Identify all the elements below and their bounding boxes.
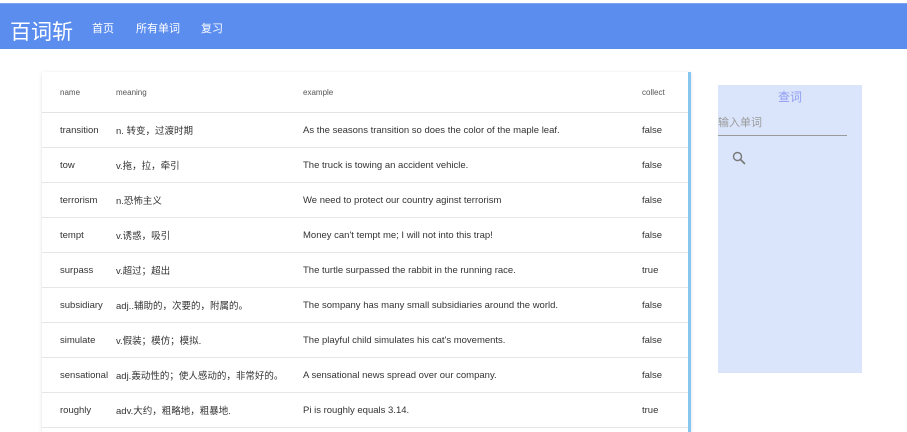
cell-name: roughly: [42, 392, 116, 428]
cell-collect: false: [642, 287, 688, 323]
cell-name: tempt: [42, 217, 116, 253]
cell-meaning: adj..辅助的，次要的，附属的。: [116, 287, 303, 323]
table-row[interactable]: sensational adj.轰动性的；使人感动的，非常好的。 A sensa…: [42, 357, 688, 393]
cell-collect: true: [642, 252, 688, 288]
nav-link-home[interactable]: 首页: [92, 20, 114, 36]
cell-collect: false: [642, 217, 688, 253]
cell-meaning: v.诱惑，吸引: [116, 217, 303, 253]
cell-example: Money can't tempt me; I will not into th…: [303, 217, 642, 253]
table-row[interactable]: roughly adv.大约，粗略地，粗暴地. Pi is roughly eq…: [42, 392, 688, 428]
cell-example: The playful child simulates his cat's mo…: [303, 322, 642, 358]
cell-meaning: adv.大约，粗略地，粗暴地.: [116, 392, 303, 428]
word-lookup-panel: 查词: [718, 85, 862, 373]
cell-meaning: v.拖，拉，牵引: [116, 147, 303, 183]
word-table-card: name meaning example collect transition …: [42, 72, 691, 432]
cell-meaning: n.恐怖主义: [116, 182, 303, 218]
column-header-example[interactable]: example: [303, 72, 642, 113]
column-header-name[interactable]: name: [42, 72, 116, 113]
cell-example: The turtle surpassed the rabbit in the r…: [303, 252, 642, 288]
cell-meaning: n. 转变，过渡时期: [116, 112, 303, 148]
nav-link-all-words[interactable]: 所有单词: [136, 20, 180, 36]
word-search-input[interactable]: [718, 113, 847, 136]
cell-name: terrorism: [42, 182, 116, 218]
lookup-title: 查词: [777, 90, 802, 104]
cell-example: We need to protect our country aginst te…: [303, 182, 642, 218]
column-header-collect[interactable]: collect: [642, 72, 688, 113]
brand-logo-text[interactable]: 百词斩: [10, 16, 73, 46]
cell-example: A sensational news spread over our compa…: [303, 357, 642, 393]
cell-collect: false: [642, 182, 688, 218]
cell-example: Pi is roughly equals 3.14.: [303, 392, 642, 428]
cell-meaning: adj.轰动性的；使人感动的，非常好的。: [116, 357, 303, 393]
cell-collect: false: [642, 147, 688, 183]
search-icon[interactable]: [732, 151, 750, 169]
column-header-meaning[interactable]: meaning: [116, 72, 303, 113]
table-header-row: name meaning example collect: [42, 72, 688, 113]
cell-example: The truck is towing an accident vehicle.: [303, 147, 642, 183]
cell-collect: false: [642, 357, 688, 393]
cell-meaning: v.假装；模仿；模拟.: [116, 322, 303, 358]
cell-name: surpass: [42, 252, 116, 288]
table-row[interactable]: subsidiary adj..辅助的，次要的，附属的。 The sompany…: [42, 287, 688, 323]
cell-name: subsidiary: [42, 287, 116, 323]
table-row[interactable]: surpass v.超过；超出 The turtle surpassed the…: [42, 252, 688, 288]
word-table: name meaning example collect transition …: [42, 72, 688, 428]
table-row[interactable]: terrorism n.恐怖主义 We need to protect our …: [42, 182, 688, 218]
cell-name: tow: [42, 147, 116, 183]
table-row[interactable]: tow v.拖，拉，牵引 The truck is towing an acci…: [42, 147, 688, 183]
top-navbar: 百词斩 首页 所有单词 复习: [0, 3, 907, 49]
cell-name: simulate: [42, 322, 116, 358]
cell-collect: false: [642, 322, 688, 358]
cell-name: sensational: [42, 357, 116, 393]
cell-collect: true: [642, 392, 688, 428]
table-row[interactable]: tempt v.诱惑，吸引 Money can't tempt me; I wi…: [42, 217, 688, 253]
cell-meaning: v.超过；超出: [116, 252, 303, 288]
cell-collect: false: [642, 112, 688, 148]
cell-name: transition: [42, 112, 116, 148]
cell-example: The sompany has many small subsidiaries …: [303, 287, 642, 323]
table-row[interactable]: transition n. 转变，过渡时期 As the seasons tra…: [42, 112, 688, 148]
cell-example: As the seasons transition so does the co…: [303, 112, 642, 148]
table-row[interactable]: simulate v.假装；模仿；模拟. The playful child s…: [42, 322, 688, 358]
nav-link-review[interactable]: 复习: [201, 20, 223, 36]
